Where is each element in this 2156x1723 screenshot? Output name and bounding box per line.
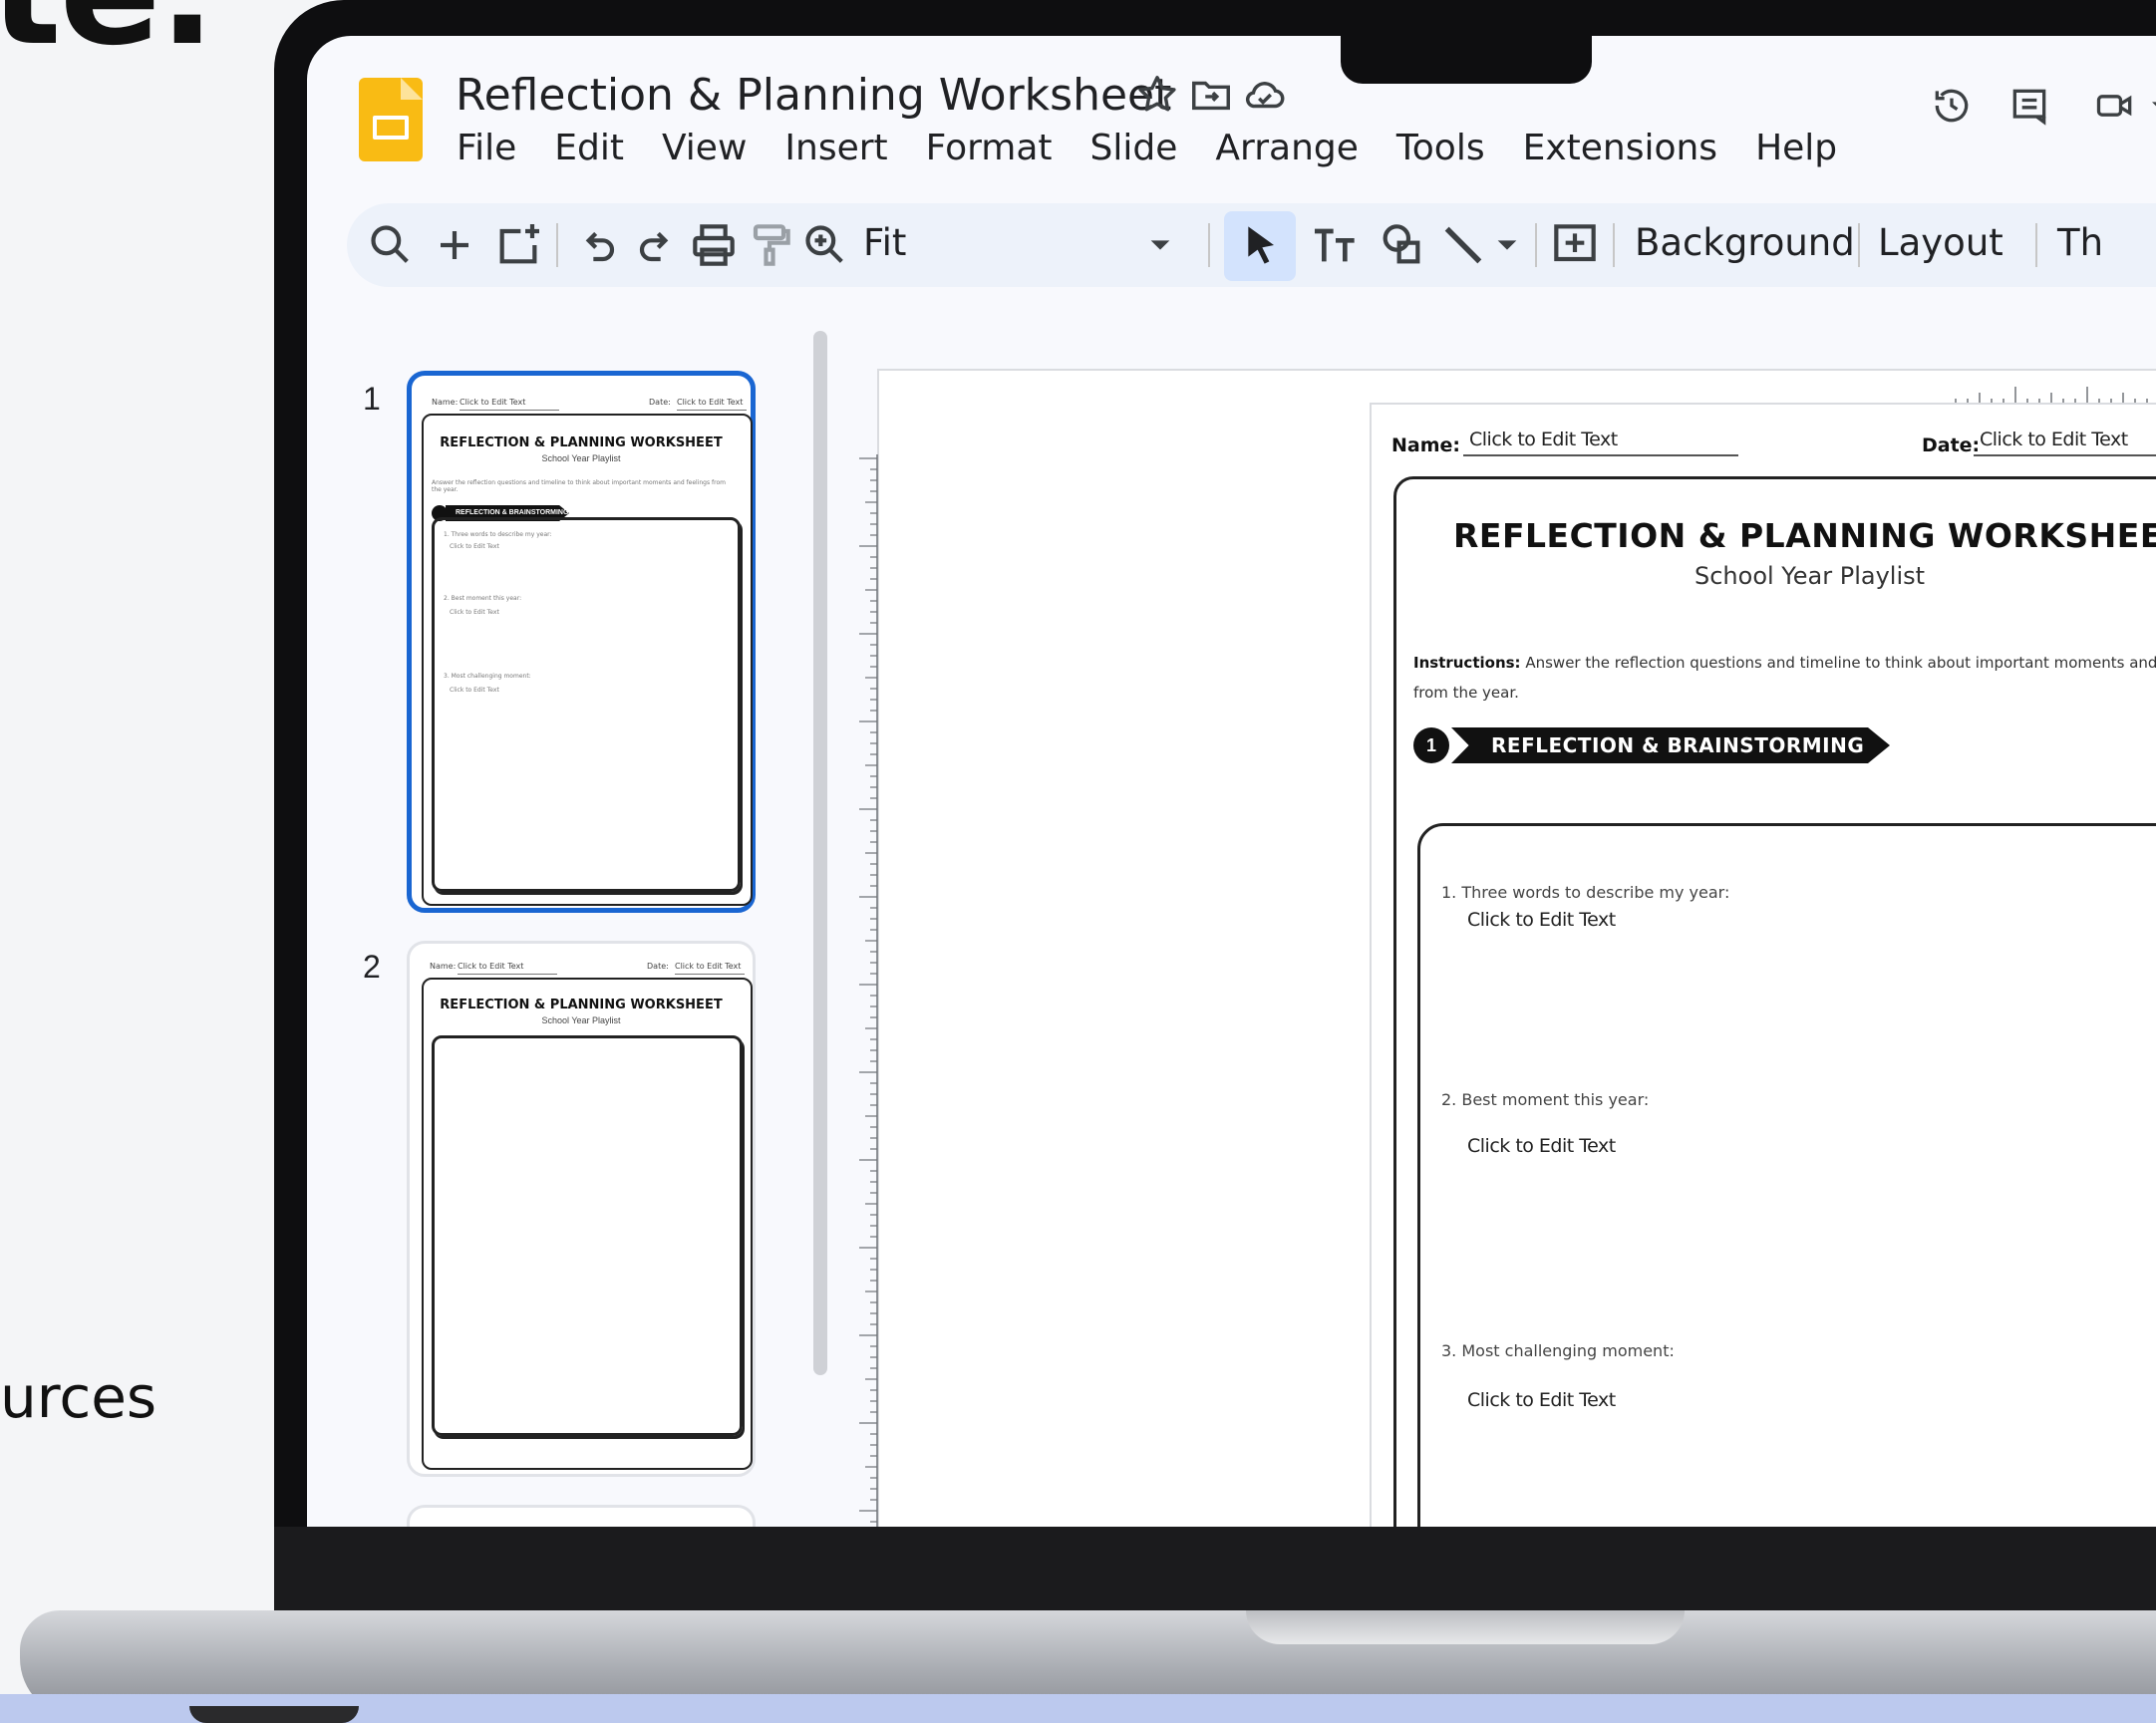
thumb-name-value: Click to Edit Text [458,962,524,971]
thumb-date-value: Click to Edit Text [675,962,742,971]
paint-format-icon[interactable] [742,217,797,273]
slide-thumbnail-3[interactable] [407,1505,756,1527]
version-history-icon[interactable] [1930,84,1974,128]
question-3-answer[interactable]: Click to Edit Text [1467,1389,1616,1411]
menu-slide[interactable]: Slide [1090,128,1178,168]
menu-arrange[interactable]: Arrange [1215,128,1358,168]
new-slide-icon[interactable] [427,217,482,273]
zoom-dropdown-chevron-icon[interactable] [1132,217,1188,273]
slides-logo-icon[interactable] [359,78,423,161]
zoom-icon[interactable] [797,217,853,273]
section-title[interactable]: REFLECTION & BRAINSTORMING [1491,733,1864,757]
menu-format[interactable]: Format [926,128,1053,168]
instructions-label: Instructions: [1413,654,1521,672]
thumb-date-label: Date: [649,398,671,407]
thumb-question-3: 3. Most challenging moment: [444,673,531,680]
question-3-prompt: 3. Most challenging moment: [1441,1341,1675,1360]
thumb-answer-3: Click to Edit Text [450,687,499,694]
laptop-chin [274,1527,2156,1610]
background-heading-fragment: te. [0,0,215,79]
thumb-section-title: REFLECTION & BRAINSTORMING [456,509,569,516]
worksheet-subtitle[interactable]: School Year Playlist [1694,562,1925,590]
line-dropdown-chevron-icon[interactable] [1479,217,1535,273]
thumb-name-value: Click to Edit Text [460,398,526,407]
thumb-name-label: Name: [430,962,457,971]
meet-dropdown-chevron-icon[interactable] [2141,84,2156,128]
menu-help[interactable]: Help [1755,128,1837,168]
menu-insert[interactable]: Insert [784,128,887,168]
redo-icon[interactable] [628,217,684,273]
filmstrip-scrollbar[interactable] [813,331,827,1375]
laptop-camera-notch [1341,0,1592,84]
date-field[interactable]: Click to Edit Text [1980,429,2128,450]
question-1-prompt: 1. Three words to describe my year: [1441,883,1730,902]
instructions-body: Answer the reflection questions and time… [1413,654,2156,702]
name-label: Name: [1391,434,1461,456]
thumb-name-label: Name: [432,398,459,407]
thumb-subtitle: School Year Playlist [541,1015,621,1025]
thumb-title: REFLECTION & PLANNING WORKSHEET [440,435,723,450]
print-icon[interactable] [686,217,742,273]
text-box-icon[interactable] [1308,217,1364,273]
question-2-answer[interactable]: Click to Edit Text [1467,1135,1616,1157]
undo-icon[interactable] [570,217,626,273]
date-label: Date: [1922,434,1981,456]
thumb-subtitle: School Year Playlist [541,453,621,463]
menu-file[interactable]: File [457,128,516,168]
menu-edit[interactable]: Edit [554,128,624,168]
slide-number: 1 [363,381,381,417]
background-text-fragment: urces [0,1363,157,1431]
question-2-prompt: 2. Best moment this year: [1441,1090,1650,1109]
comment-add-icon[interactable] [1547,217,1603,273]
thumb-question-2: 2. Best moment this year: [444,595,522,602]
slide-thumbnail-1[interactable]: Name: Click to Edit Text Date: Click to … [407,371,756,913]
slide-thumbnail-2[interactable]: Name: Click to Edit Text Date: Click to … [407,941,756,1477]
zoom-level[interactable]: Fit [863,221,906,264]
thumb-instructions: Answer the reflection questions and time… [432,479,726,493]
thumb-answer-2: Click to Edit Text [450,609,499,616]
thumb-date-value: Click to Edit Text [677,398,744,407]
theme-button[interactable]: Th [2057,221,2103,264]
thumb-date-label: Date: [647,962,669,971]
search-icon[interactable] [363,217,419,273]
select-tool-icon[interactable] [1232,217,1288,273]
document-title[interactable]: Reflection & Planning Worksheet [456,70,1171,121]
instructions-text[interactable]: Instructions: Answer the reflection ques… [1413,648,2156,708]
question-1-answer[interactable]: Click to Edit Text [1467,909,1616,931]
left-ruler[interactable] [849,454,879,1527]
menu-view[interactable]: View [662,128,747,168]
move-to-folder-icon[interactable] [1188,72,1234,118]
shape-icon[interactable] [1374,217,1429,273]
cloud-saved-icon[interactable] [1242,72,1288,118]
toolbar: Fit Background Layout Th [347,203,2156,287]
laptop-hinge-lip [1246,1610,1685,1644]
laptop-screen: Reflection & Planning Worksheet File Edi… [307,36,2156,1527]
menu-tools[interactable]: Tools [1396,128,1485,168]
new-slide-from-layout-icon[interactable] [490,217,546,273]
meet-icon[interactable] [2093,84,2137,128]
name-field[interactable]: Click to Edit Text [1469,429,1618,450]
slide-number: 2 [363,949,381,985]
comments-icon[interactable] [2007,84,2051,128]
thumb-title: REFLECTION & PLANNING WORKSHEET [440,998,723,1012]
star-icon[interactable] [1134,72,1180,118]
thumb-question-1: 1. Three words to describe my year: [444,531,552,538]
menu-extensions[interactable]: Extensions [1523,128,1718,168]
worksheet-title[interactable]: REFLECTION & PLANNING WORKSHEET [1453,516,2156,555]
thumb-answer-1: Click to Edit Text [450,543,499,550]
laptop-foot [189,1706,359,1723]
background-button[interactable]: Background [1635,221,1855,264]
slide-page[interactable]: Name: Click to Edit Text Date: Click to … [1370,403,2156,1527]
layout-button[interactable]: Layout [1878,221,2003,264]
section-number-badge: 1 [1413,727,1449,763]
menu-bar: File Edit View Insert Format Slide Arran… [457,128,1875,168]
